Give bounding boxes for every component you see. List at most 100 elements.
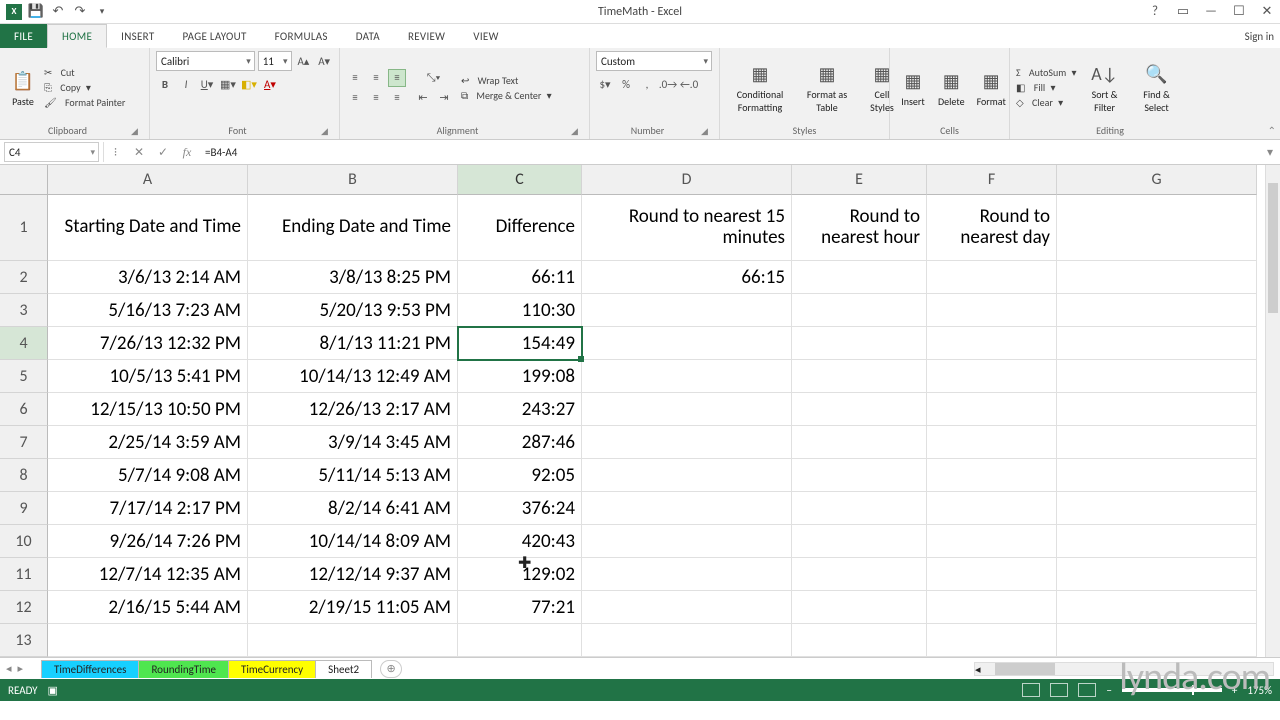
cell-E11[interactable]: [792, 558, 927, 591]
autosum-button[interactable]: Σ AutoSum ▾: [1016, 66, 1077, 79]
collapse-ribbon-icon[interactable]: ⌃: [1268, 124, 1276, 137]
clear-button[interactable]: ◇ Clear ▾: [1016, 96, 1063, 109]
sheet-tab-timedifferences[interactable]: TimeDifferences: [41, 660, 139, 678]
cell-A5[interactable]: 10/5/13 5:41 PM: [48, 360, 248, 393]
cell-G1[interactable]: [1057, 195, 1257, 261]
cell-B2[interactable]: 3/8/13 8:25 PM: [248, 261, 458, 294]
cell-A12[interactable]: 2/16/15 5:44 AM: [48, 591, 248, 624]
font-color-button[interactable]: A▾: [261, 75, 279, 93]
row-header-5[interactable]: 5: [0, 360, 48, 393]
cell-F10[interactable]: [927, 525, 1057, 558]
cell-B9[interactable]: 8/2/14 6:41 AM: [248, 492, 458, 525]
find-select-button[interactable]: 🔍Find & Select: [1133, 51, 1181, 124]
cell-E8[interactable]: [792, 459, 927, 492]
cell-A11[interactable]: 12/7/14 12:35 AM: [48, 558, 248, 591]
cell-A3[interactable]: 5/16/13 7:23 AM: [48, 294, 248, 327]
cell-B8[interactable]: 5/11/14 5:13 AM: [248, 459, 458, 492]
zoom-in-icon[interactable]: +: [1232, 684, 1237, 697]
font-launcher-icon[interactable]: ◢: [321, 126, 333, 138]
row-header-4[interactable]: 4: [0, 327, 48, 360]
cell-A9[interactable]: 7/17/14 2:17 PM: [48, 492, 248, 525]
italic-button[interactable]: I: [177, 75, 195, 93]
cell-C12[interactable]: 77:21: [458, 591, 582, 624]
number-format-combo[interactable]: Custom: [596, 51, 712, 71]
border-button[interactable]: ▦▾: [219, 75, 237, 93]
spreadsheet-grid[interactable]: ABCDEFG1Starting Date and TimeEnding Dat…: [0, 165, 1280, 657]
cell-G10[interactable]: [1057, 525, 1257, 558]
cell-A4[interactable]: 7/26/13 12:32 PM: [48, 327, 248, 360]
fill-color-button[interactable]: ◧▾: [240, 75, 258, 93]
enter-formula-icon[interactable]: ✓: [151, 142, 175, 162]
redo-icon[interactable]: ↷: [72, 4, 88, 20]
align-left-icon[interactable]: ≡: [346, 89, 364, 107]
cell-C10[interactable]: 420:43: [458, 525, 582, 558]
tab-view[interactable]: VIEW: [459, 24, 512, 48]
cell-D8[interactable]: [582, 459, 792, 492]
comma-icon[interactable]: ,: [638, 75, 656, 93]
cell-G6[interactable]: [1057, 393, 1257, 426]
underline-button[interactable]: U▾: [198, 75, 216, 93]
cell-C8[interactable]: 92:05: [458, 459, 582, 492]
row-header-9[interactable]: 9: [0, 492, 48, 525]
cell-F2[interactable]: [927, 261, 1057, 294]
cell-C2[interactable]: 66:11: [458, 261, 582, 294]
cell-E3[interactable]: [792, 294, 927, 327]
cell-A2[interactable]: 3/6/13 2:14 AM: [48, 261, 248, 294]
tab-review[interactable]: REVIEW: [394, 24, 459, 48]
cell-B12[interactable]: 2/19/15 11:05 AM: [248, 591, 458, 624]
tab-home[interactable]: HOME: [47, 24, 107, 48]
cell-F3[interactable]: [927, 294, 1057, 327]
row-header-7[interactable]: 7: [0, 426, 48, 459]
cell-F13[interactable]: [927, 624, 1057, 657]
number-launcher-icon[interactable]: ◢: [701, 126, 713, 138]
percent-icon[interactable]: %: [617, 75, 635, 93]
cell-E13[interactable]: [792, 624, 927, 657]
cell-D2[interactable]: 66:15: [582, 261, 792, 294]
wrap-text-button[interactable]: ↩ Wrap Text: [461, 74, 518, 87]
row-header-6[interactable]: 6: [0, 393, 48, 426]
cell-E6[interactable]: [792, 393, 927, 426]
ribbon-display-icon[interactable]: ▭: [1174, 4, 1192, 19]
cell-F8[interactable]: [927, 459, 1057, 492]
help-icon[interactable]: ?: [1146, 4, 1164, 19]
align-middle-icon[interactable]: ≡: [367, 69, 385, 87]
delete-cells-button[interactable]: ▦Delete: [934, 51, 969, 124]
save-icon[interactable]: 💾: [28, 4, 44, 20]
sheet-tab-roundingtime[interactable]: RoundingTime: [138, 660, 229, 678]
cell-G4[interactable]: [1057, 327, 1257, 360]
col-header-D[interactable]: D: [582, 165, 792, 195]
col-header-A[interactable]: A: [48, 165, 248, 195]
cell-D1[interactable]: Round to nearest 15 minutes: [582, 195, 792, 261]
cell-D7[interactable]: [582, 426, 792, 459]
col-header-E[interactable]: E: [792, 165, 927, 195]
cancel-formula-icon[interactable]: ✕: [127, 142, 151, 162]
increase-indent-icon[interactable]: ⇥: [435, 89, 453, 107]
cell-D12[interactable]: [582, 591, 792, 624]
cell-F7[interactable]: [927, 426, 1057, 459]
vertical-scrollbar[interactable]: [1265, 165, 1280, 657]
cell-D3[interactable]: [582, 294, 792, 327]
cell-D5[interactable]: [582, 360, 792, 393]
cell-B1[interactable]: Ending Date and Time: [248, 195, 458, 261]
cell-B5[interactable]: 10/14/13 12:49 AM: [248, 360, 458, 393]
cell-B6[interactable]: 12/26/13 2:17 AM: [248, 393, 458, 426]
cell-E2[interactable]: [792, 261, 927, 294]
tab-insert[interactable]: INSERT: [107, 24, 168, 48]
cell-G9[interactable]: [1057, 492, 1257, 525]
cell-E12[interactable]: [792, 591, 927, 624]
alignment-launcher-icon[interactable]: ◢: [571, 126, 583, 138]
tab-file[interactable]: FILE: [0, 24, 47, 48]
cell-E4[interactable]: [792, 327, 927, 360]
row-header-1[interactable]: 1: [0, 195, 48, 261]
page-break-view-icon[interactable]: [1078, 683, 1096, 697]
bold-button[interactable]: B: [156, 75, 174, 93]
cell-D11[interactable]: [582, 558, 792, 591]
expand-formula-icon[interactable]: ▾: [1260, 145, 1280, 160]
cell-B11[interactable]: 12/12/14 9:37 AM: [248, 558, 458, 591]
col-header-F[interactable]: F: [927, 165, 1057, 195]
cell-G5[interactable]: [1057, 360, 1257, 393]
font-name-combo[interactable]: Calibri: [156, 51, 255, 71]
zoom-level[interactable]: 175%: [1247, 684, 1272, 697]
sheet-tab-sheet2[interactable]: Sheet2: [315, 660, 372, 678]
col-header-C[interactable]: C: [458, 165, 582, 195]
